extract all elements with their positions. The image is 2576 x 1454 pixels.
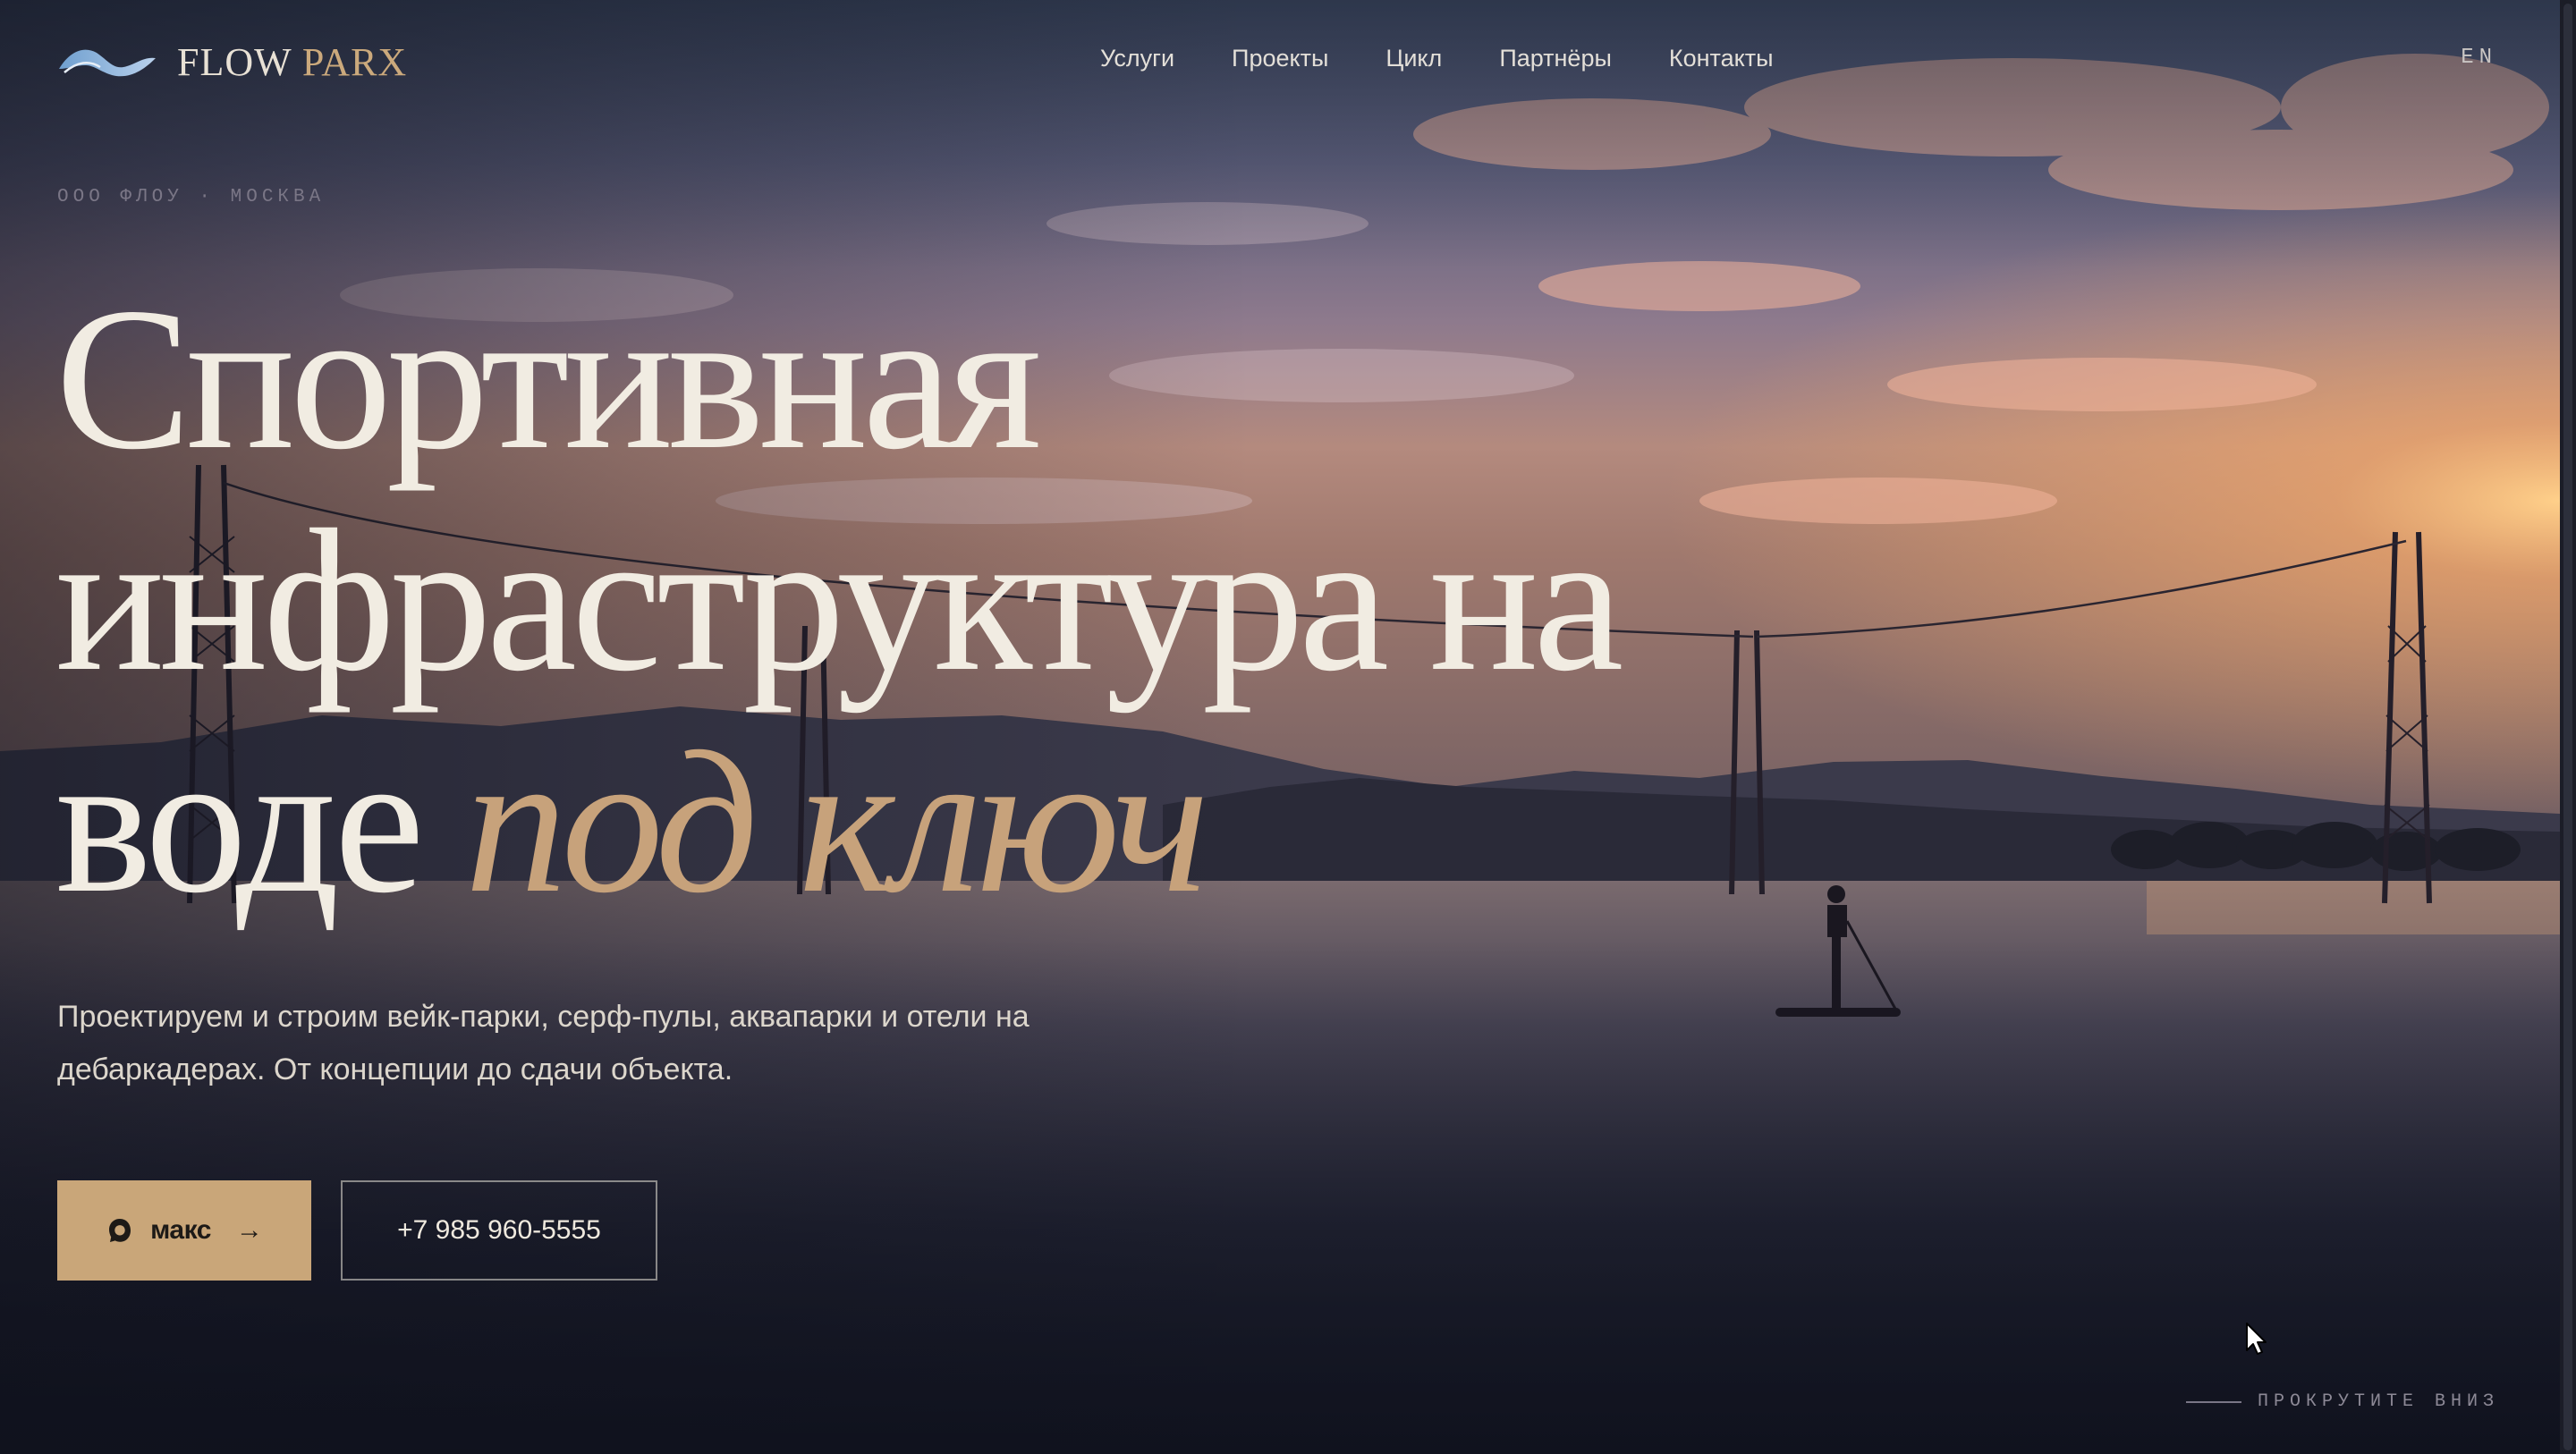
headline-line-1: Спортивная bbox=[55, 266, 1041, 492]
hero-screen: FLOW PARX Услуги Проекты Цикл Партнёры К… bbox=[0, 0, 2576, 1454]
nav-item-projects[interactable]: Проекты bbox=[1232, 45, 1328, 72]
max-messenger-button[interactable]: макс → bbox=[57, 1180, 311, 1281]
max-button-label: макс bbox=[150, 1215, 211, 1245]
page-scrollbar[interactable] bbox=[2560, 0, 2576, 1454]
nav-item-services[interactable]: Услуги bbox=[1100, 45, 1174, 72]
lead-line-2: дебаркадерах. От концепции до сдачи объе… bbox=[57, 1052, 733, 1086]
wave-logo-icon bbox=[59, 49, 156, 77]
max-messenger-icon bbox=[109, 1219, 131, 1242]
hero-eyebrow: ООО ФЛОУ · МОСКВА bbox=[57, 187, 326, 207]
nav-item-cycle[interactable]: Цикл bbox=[1385, 45, 1442, 72]
brand-logo[interactable]: FLOW PARX bbox=[57, 39, 407, 84]
nav-item-partners[interactable]: Партнёры bbox=[1499, 45, 1612, 72]
scroll-hint-line bbox=[2185, 1400, 2241, 1403]
main-nav: Услуги Проекты Цикл Партнёры Контакты bbox=[1100, 45, 1831, 72]
headline-line-2: инфраструктура на bbox=[55, 488, 1623, 714]
hero-lead: Проектируем и строим вейк-парки, серф-пу… bbox=[57, 991, 1184, 1096]
phone-button[interactable]: +7 985 960-5555 bbox=[341, 1180, 657, 1281]
brand-name: FLOW PARX bbox=[177, 39, 407, 85]
headline-line-3-plain: воде bbox=[55, 710, 425, 935]
mouse-cursor-icon bbox=[2246, 1323, 2267, 1355]
language-toggle[interactable]: EN bbox=[2461, 46, 2497, 70]
arrow-right-icon: → bbox=[235, 1215, 263, 1245]
brand-name-part2: PARX bbox=[301, 39, 408, 84]
scroll-hint-label: ПРОКРУТИТЕ ВНИЗ bbox=[2257, 1391, 2499, 1412]
lead-line-1: Проектируем и строим вейк-парки, серф-пу… bbox=[57, 1000, 1030, 1034]
nav-item-contacts[interactable]: Контакты bbox=[1669, 45, 1774, 72]
hero-headline: Спортивная инфраструктура на воде под кл… bbox=[55, 266, 1623, 934]
brand-name-part1: FLOW bbox=[177, 39, 292, 84]
scroll-down-hint[interactable]: ПРОКРУТИТЕ ВНИЗ bbox=[2185, 1391, 2499, 1412]
scrollbar-thumb[interactable] bbox=[2563, 4, 2572, 1450]
headline-accent: под ключ bbox=[464, 710, 1209, 935]
headline-line-3: воде под ключ bbox=[55, 712, 1618, 934]
